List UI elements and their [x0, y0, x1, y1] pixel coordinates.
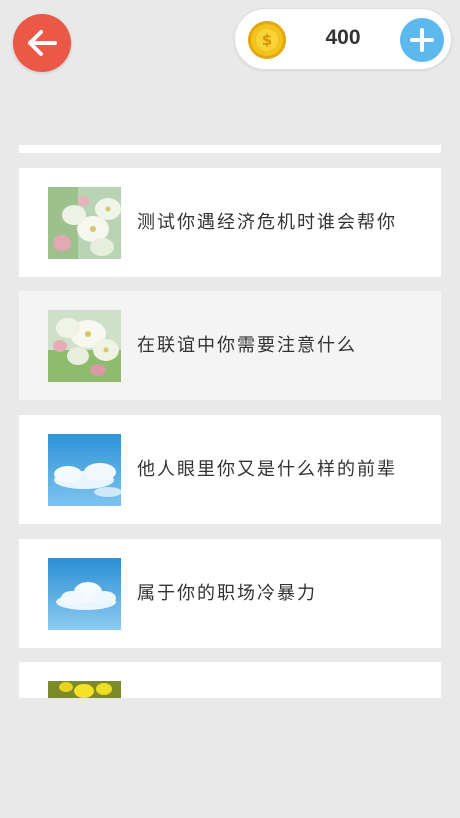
white-blossom-image — [48, 310, 121, 382]
list-item-title: 他人眼里你又是什么样的前辈 — [137, 459, 397, 480]
list-item[interactable]: 测试你遇经济危机时谁会帮你 — [19, 168, 441, 277]
coin-balance: $ 400 — [234, 8, 452, 70]
dollar-coin-icon: $ — [248, 21, 286, 59]
white-blossom-image — [48, 187, 121, 259]
back-button[interactable] — [13, 14, 71, 72]
blue-sky-clouds-image — [48, 434, 121, 506]
list-item-title: 属于你的职场冷暴力 — [137, 583, 317, 604]
arrow-left-icon — [28, 30, 57, 56]
list-item-partial-top — [19, 145, 441, 153]
blue-sky-clouds-image — [48, 558, 121, 630]
plus-icon — [410, 28, 434, 52]
coin-count: 400 — [325, 26, 361, 49]
coin-symbol: $ — [256, 29, 278, 51]
quiz-list-screen: $ 400 测试你遇经济危机时谁会帮你 在联谊中你需要注意什么 他人眼里你又是什… — [0, 0, 460, 818]
list-item[interactable]: 在联谊中你需要注意什么 — [19, 291, 441, 400]
list-item-title: 测试你遇经济危机时谁会帮你 — [137, 212, 397, 233]
list-viewport-bottom — [0, 698, 460, 818]
add-coins-button[interactable] — [400, 18, 444, 62]
yellow-flower-image — [48, 681, 121, 699]
list-item-title: 在联谊中你需要注意什么 — [137, 335, 357, 356]
list-item[interactable]: 属于你的职场冷暴力 — [19, 539, 441, 648]
list-item[interactable]: 他人眼里你又是什么样的前辈 — [19, 415, 441, 524]
